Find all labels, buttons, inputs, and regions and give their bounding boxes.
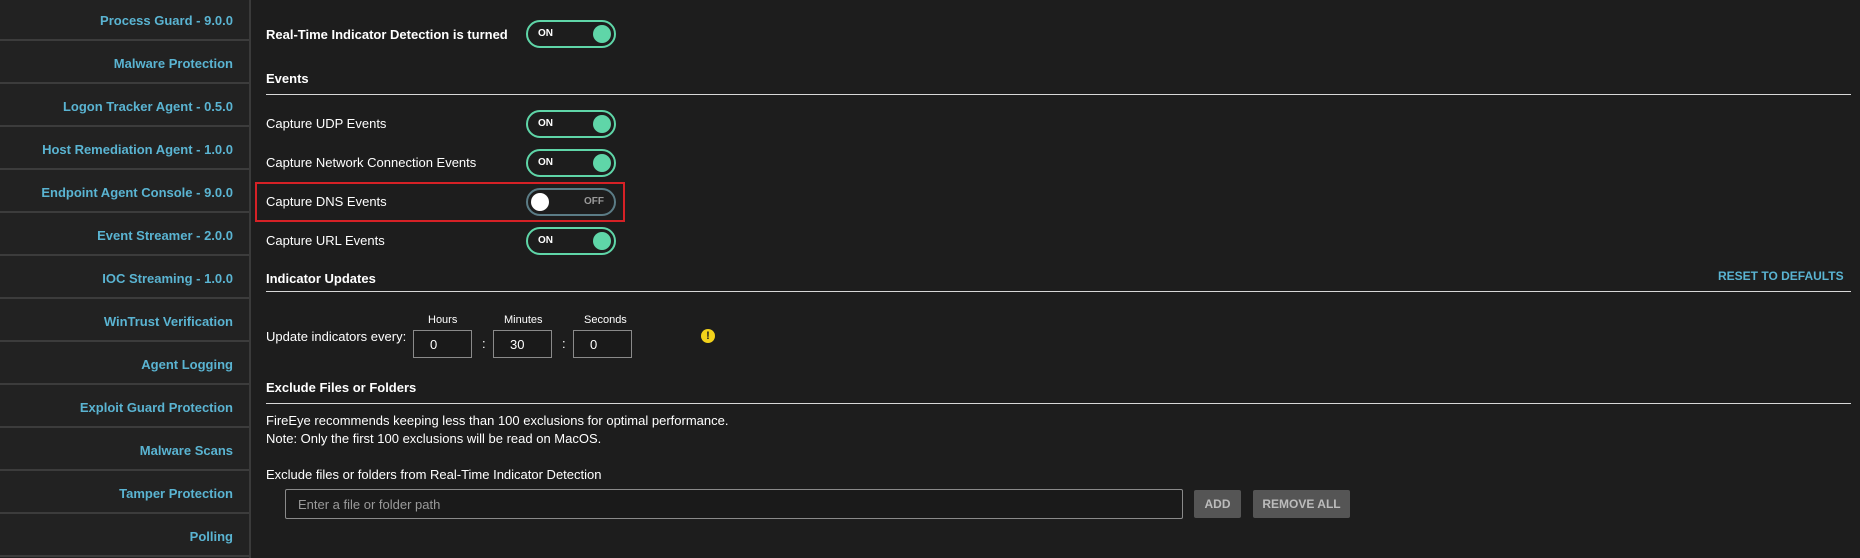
sidebar-item-malware-scans[interactable]: Malware Scans bbox=[0, 430, 249, 471]
toggle-state-text: ON bbox=[538, 235, 553, 246]
main-content: Real-Time Indicator Detection is turned … bbox=[251, 0, 1860, 558]
sidebar-item-host-remediation[interactable]: Host Remediation Agent - 1.0.0 bbox=[0, 129, 249, 170]
capture-network-label: Capture Network Connection Events bbox=[266, 155, 477, 170]
capture-dns-label: Capture DNS Events bbox=[266, 194, 387, 209]
add-button[interactable]: ADD bbox=[1194, 490, 1241, 518]
toggle-knob bbox=[593, 25, 611, 43]
macos-note-text: Note: Only the first 100 exclusions will… bbox=[266, 431, 602, 446]
sidebar-item-wintrust[interactable]: WinTrust Verification bbox=[0, 301, 249, 342]
events-heading: Events bbox=[266, 71, 309, 86]
exclude-path-input[interactable] bbox=[285, 489, 1183, 519]
toggle-state-text: ON bbox=[538, 157, 553, 168]
realtime-detection-label: Real-Time Indicator Detection is turned bbox=[266, 27, 508, 42]
hours-input[interactable] bbox=[413, 330, 472, 358]
sidebar-item-exploit-guard[interactable]: Exploit Guard Protection bbox=[0, 387, 249, 428]
toggle-knob bbox=[593, 154, 611, 172]
capture-udp-toggle[interactable]: ON bbox=[526, 110, 616, 138]
sidebar-item-logon-tracker[interactable]: Logon Tracker Agent - 0.5.0 bbox=[0, 86, 249, 127]
capture-dns-toggle[interactable]: OFF bbox=[526, 188, 616, 216]
sidebar-item-endpoint-agent-console[interactable]: Endpoint Agent Console - 9.0.0 bbox=[0, 172, 249, 213]
sidebar-item-malware-protection[interactable]: Malware Protection bbox=[0, 43, 249, 84]
sidebar-item-event-streamer[interactable]: Event Streamer - 2.0.0 bbox=[0, 215, 249, 256]
events-divider bbox=[266, 94, 1851, 95]
exclusion-recommendation-text: FireEye recommends keeping less than 100… bbox=[266, 413, 729, 428]
sidebar-item-agent-logging[interactable]: Agent Logging bbox=[0, 344, 249, 385]
warning-icon[interactable]: ! bbox=[701, 329, 715, 343]
update-indicators-label: Update indicators every: bbox=[266, 329, 407, 344]
seconds-input[interactable] bbox=[573, 330, 632, 358]
sidebar-item-ioc-streaming[interactable]: IOC Streaming - 1.0.0 bbox=[0, 258, 249, 299]
toggle-knob bbox=[531, 193, 549, 211]
toggle-state-text: ON bbox=[538, 118, 553, 129]
seconds-label: Seconds bbox=[584, 314, 627, 326]
toggle-state-text: OFF bbox=[584, 196, 604, 207]
realtime-detection-toggle[interactable]: ON bbox=[526, 20, 616, 48]
indicator-divider bbox=[266, 291, 1851, 292]
time-separator: : bbox=[482, 336, 486, 351]
toggle-knob bbox=[593, 115, 611, 133]
time-separator: : bbox=[562, 336, 566, 351]
hours-label: Hours bbox=[428, 314, 458, 326]
indicator-updates-heading: Indicator Updates bbox=[266, 271, 376, 286]
exclude-divider bbox=[266, 403, 1851, 404]
capture-url-label: Capture URL Events bbox=[266, 233, 385, 248]
sidebar-item-polling[interactable]: Polling bbox=[0, 516, 249, 557]
sidebar: Process Guard - 9.0.0 Malware Protection… bbox=[0, 0, 251, 558]
sidebar-item-tamper-protection[interactable]: Tamper Protection bbox=[0, 473, 249, 514]
exclude-field-label: Exclude files or folders from Real-Time … bbox=[266, 467, 602, 482]
remove-all-button[interactable]: REMOVE ALL bbox=[1253, 490, 1350, 518]
toggle-state-text: ON bbox=[538, 28, 553, 39]
toggle-knob bbox=[593, 232, 611, 250]
capture-network-toggle[interactable]: ON bbox=[526, 149, 616, 177]
minutes-input[interactable] bbox=[493, 330, 552, 358]
minutes-label: Minutes bbox=[504, 314, 543, 326]
capture-udp-label: Capture UDP Events bbox=[266, 116, 387, 131]
reset-to-defaults-link[interactable]: RESET TO DEFAULTS bbox=[1718, 269, 1844, 283]
sidebar-item-process-guard[interactable]: Process Guard - 9.0.0 bbox=[0, 0, 249, 41]
capture-url-toggle[interactable]: ON bbox=[526, 227, 616, 255]
exclude-heading: Exclude Files or Folders bbox=[266, 380, 417, 395]
